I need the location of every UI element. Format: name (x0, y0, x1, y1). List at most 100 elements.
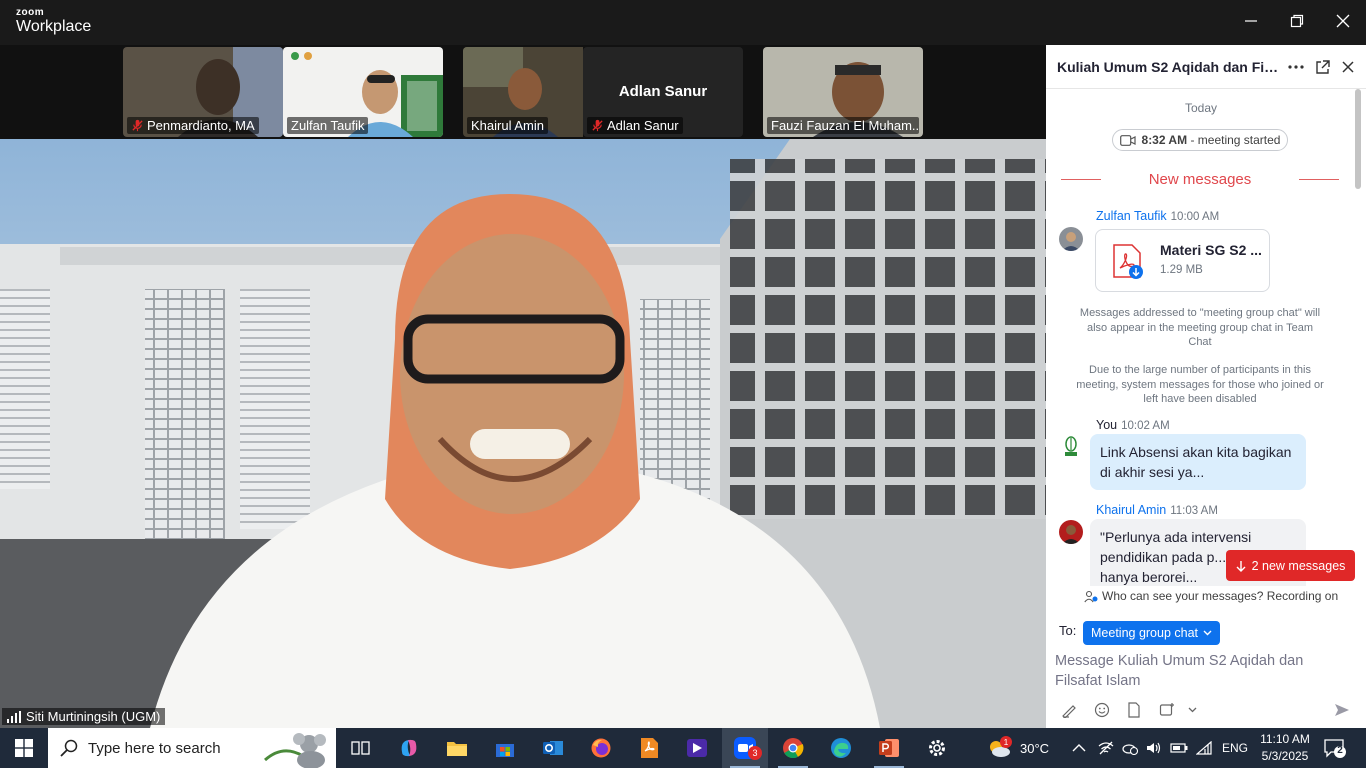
brand-top: zoom (16, 7, 45, 18)
speaker-video-scene (0, 139, 1046, 728)
notification-center-button[interactable]: 2 (1324, 738, 1346, 758)
system-message: Messages addressed to "meeting group cha… (1079, 307, 1321, 348)
message-input[interactable]: Message Kuliah Umum S2 Aqidah dan Filsaf… (1055, 651, 1345, 691)
arrow-down-icon (1236, 560, 1246, 572)
send-button[interactable] (1332, 700, 1352, 720)
minimize-icon (1245, 20, 1257, 22)
video-app-button[interactable] (674, 728, 720, 768)
participant-name: Adlan Sanur (607, 118, 679, 133)
avatar-image (1059, 520, 1083, 544)
chevron-down-icon (1188, 707, 1196, 713)
avatar[interactable] (1059, 520, 1083, 544)
input-language[interactable]: ENG (1222, 741, 1248, 755)
wifi-icon[interactable] (1196, 741, 1212, 755)
new-messages-button[interactable]: 2 new messages (1226, 550, 1355, 581)
sender-name: Zulfan Taufik (1096, 209, 1167, 223)
zoom-taskbar-button[interactable]: 3 (722, 728, 768, 768)
search-placeholder: Type here to search (88, 740, 221, 757)
file-name: Materi SG S2 ... (1160, 242, 1262, 258)
network-off-icon[interactable] (1098, 741, 1114, 755)
message-time: 10:02 AM (1121, 420, 1170, 432)
system-tray: ENG (1072, 728, 1248, 768)
minimize-button[interactable] (1228, 6, 1274, 36)
microsoft-store-button[interactable] (482, 728, 528, 768)
new-messages-button-label: 2 new messages (1251, 558, 1346, 573)
volume-icon[interactable] (1146, 741, 1162, 755)
chevron-up-icon[interactable] (1072, 743, 1086, 753)
pop-out-icon (1315, 59, 1330, 74)
outlook-button[interactable] (530, 728, 576, 768)
taskbar-clock[interactable]: 11:10 AM 5/3/2025 (1252, 731, 1318, 765)
emoji-button[interactable] (1092, 700, 1112, 720)
avatar[interactable] (1059, 435, 1083, 459)
close-chat-button[interactable] (1338, 57, 1358, 77)
zoom-notification-badge: 3 (748, 746, 762, 760)
firefox-button[interactable] (578, 728, 624, 768)
task-view-button[interactable] (338, 728, 384, 768)
file-attachment[interactable]: Materi SG S2 ... 1.29 MB (1095, 229, 1270, 292)
chrome-button[interactable] (770, 728, 816, 768)
battery-icon[interactable] (1170, 742, 1188, 754)
format-button[interactable] (1059, 700, 1079, 720)
emoji-icon (1094, 702, 1110, 718)
file-explorer-button[interactable] (434, 728, 480, 768)
weather-widget[interactable]: 1 30°C (986, 728, 1049, 768)
weather-temperature: 30°C (1020, 740, 1050, 756)
close-button[interactable] (1320, 6, 1366, 36)
store-icon (496, 744, 514, 757)
message-bubble[interactable]: Link Absensi akan kita bagikan di akhir … (1090, 434, 1306, 490)
weather-badge: 1 (1000, 736, 1012, 748)
mic-muted-icon (132, 119, 143, 132)
powerpoint-button[interactable] (866, 728, 912, 768)
notification-count: 2 (1337, 745, 1343, 756)
clock-time: 11:10 AM (1260, 732, 1310, 746)
vpn-shield-icon[interactable] (1122, 741, 1138, 755)
more-options-button[interactable] (1286, 57, 1306, 77)
participant-name-label: Penmardianto, MA (127, 117, 259, 134)
title-bar: zoom Workplace (0, 0, 1366, 45)
participant-strip: Penmardianto, MA Zulfan Taufik Khairul A… (0, 45, 1046, 139)
task-view-icon (351, 741, 370, 755)
start-button[interactable] (0, 728, 48, 768)
recipient-dropdown[interactable]: Meeting group chat (1083, 621, 1221, 645)
video-app-icon (687, 739, 707, 757)
restore-button[interactable] (1274, 6, 1320, 36)
chat-panel: Kuliah Umum S2 Aqidah dan Filsafat Islam… (1046, 45, 1366, 728)
screenshot-button[interactable] (1157, 700, 1177, 720)
avatar[interactable] (1059, 227, 1083, 251)
participant-tile[interactable]: Zulfan Taufik (283, 47, 443, 137)
edge-icon (831, 738, 851, 758)
participant-name-label: Khairul Amin (467, 117, 548, 134)
taskbar-search[interactable]: Type here to search (48, 728, 336, 768)
more-tools-button[interactable] (1182, 700, 1202, 720)
chat-header: Kuliah Umum S2 Aqidah dan Filsafat Islam (1046, 45, 1366, 89)
pdf-app-button[interactable] (626, 728, 672, 768)
copilot-button[interactable] (386, 728, 432, 768)
speaker-name: Siti Murtiningsih (UGM) (26, 709, 161, 724)
participant-tile[interactable]: Adlan Sanur Adlan Sanur (583, 47, 743, 137)
visibility-notice[interactable]: Who can see your messages? Recording on (1046, 586, 1366, 606)
settings-button[interactable] (914, 728, 960, 768)
chat-messages: Today 8:32 AM - meeting started New mess… (1046, 89, 1366, 629)
active-speaker-video[interactable]: Siti Murtiningsih (UGM) (0, 139, 1046, 728)
meeting-started-pill: 8:32 AM - meeting started (1112, 129, 1288, 151)
restore-icon (1290, 14, 1304, 28)
clock-date: 5/3/2025 (1261, 749, 1309, 763)
koala-decoration-icon (264, 733, 326, 768)
participant-tile[interactable]: Fauzi Fauzan El Muham... (763, 47, 923, 137)
chrome-icon (783, 738, 804, 759)
edge-button[interactable] (818, 728, 864, 768)
attach-file-button[interactable] (1124, 700, 1144, 720)
new-messages-divider: New messages (1061, 171, 1339, 188)
more-horizontal-icon (1288, 65, 1304, 69)
gear-icon (929, 740, 945, 756)
visibility-notice-text: Who can see your messages? Recording on (1102, 589, 1339, 603)
day-divider: Today (1184, 101, 1218, 115)
recipient-label: To: (1059, 623, 1077, 638)
meeting-start-text: - meeting started (1190, 133, 1281, 147)
pdf-app-icon (641, 738, 658, 758)
participant-tile[interactable]: Penmardianto, MA (123, 47, 283, 137)
system-message: Due to the large number of participants … (1076, 364, 1324, 405)
firefox-icon (591, 738, 611, 758)
pop-out-button[interactable] (1312, 57, 1332, 77)
